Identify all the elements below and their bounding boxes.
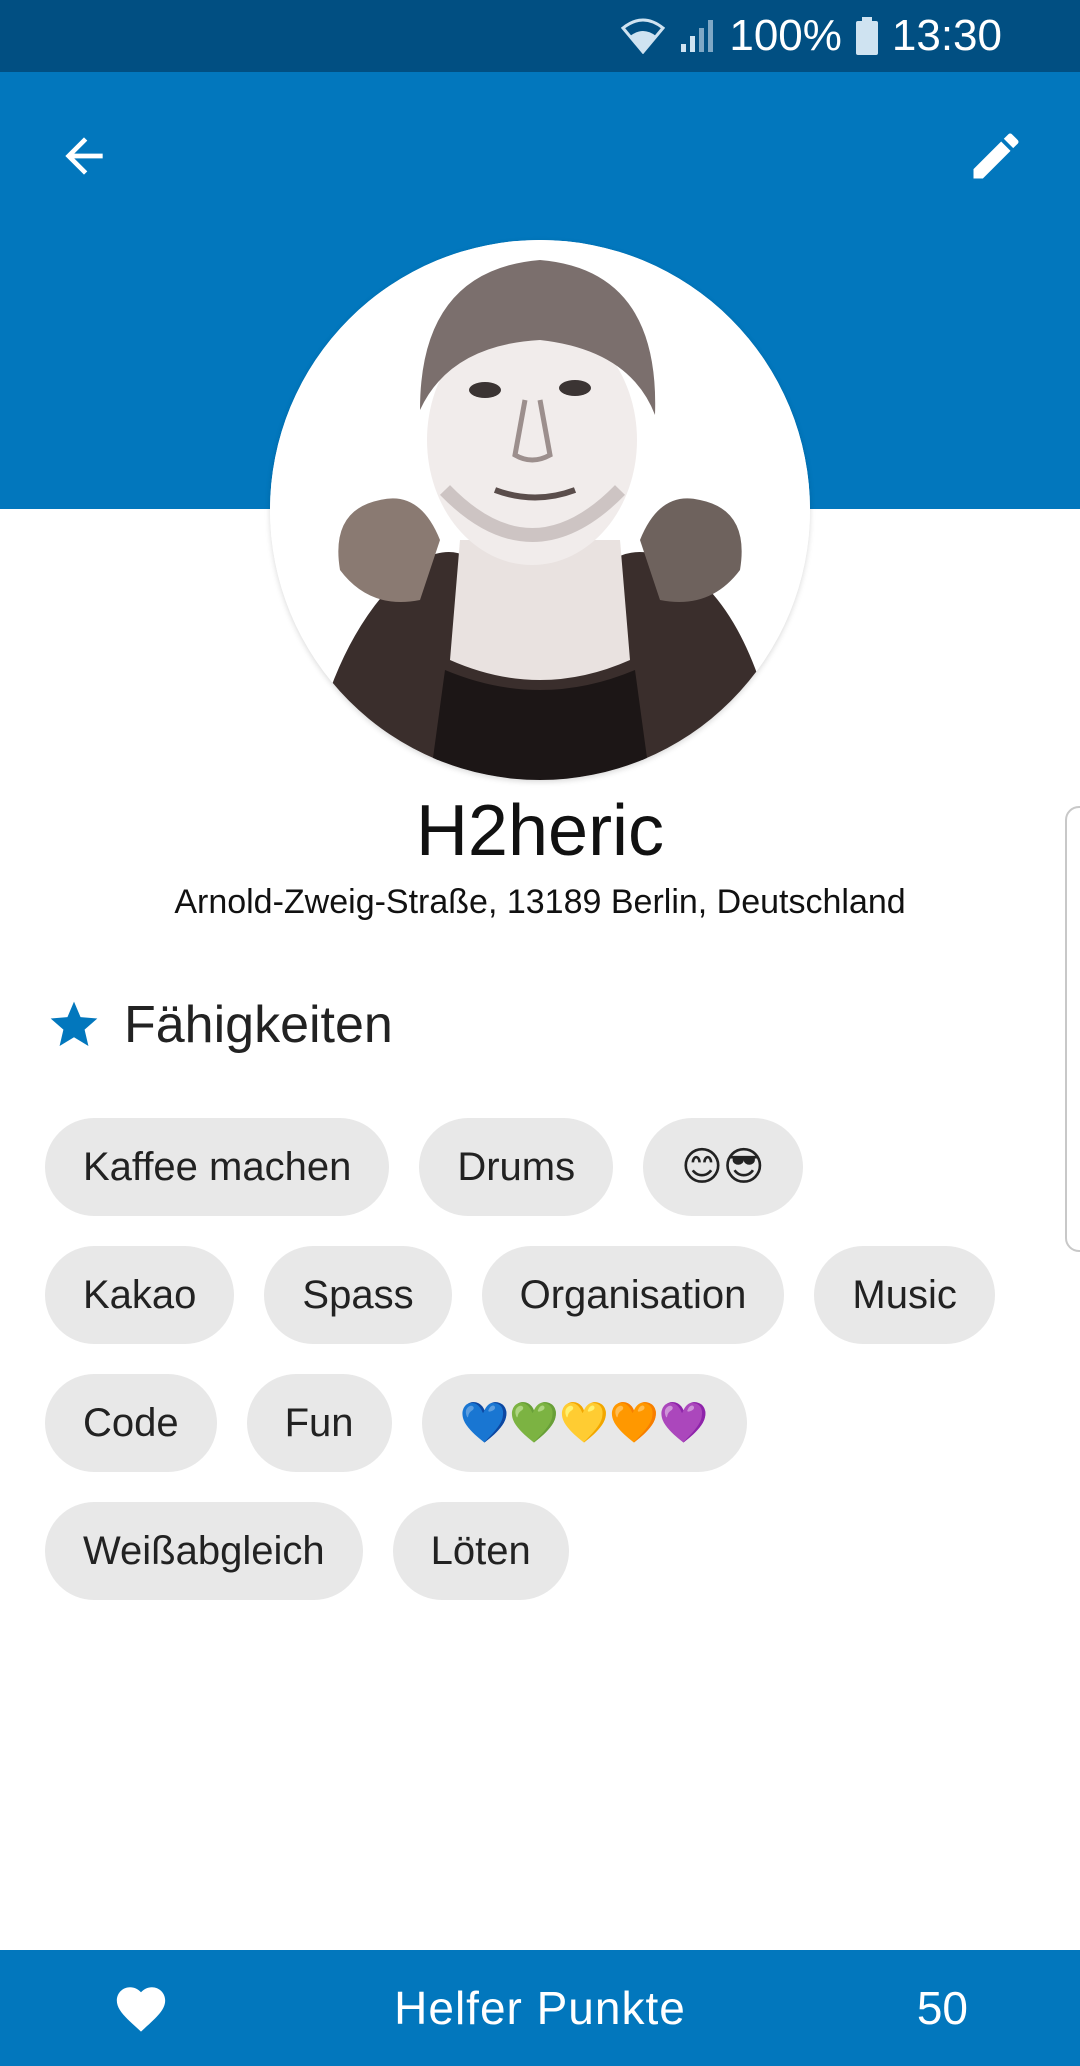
battery-icon <box>855 17 878 55</box>
chip-row: Weißabgleich Löten <box>45 1502 1045 1600</box>
profile-name: H2heric <box>415 791 665 871</box>
star-icon <box>50 1001 98 1046</box>
wifi-icon <box>621 18 666 54</box>
pencil-icon <box>973 133 1019 179</box>
profile-address: Arnold-Zweig-Straße, 13189 Berlin, Deuts… <box>174 883 906 921</box>
skill-chip[interactable]: Kaffee machen <box>45 1118 390 1216</box>
chip-row: Code Fun 💙💚💛🧡💜 <box>45 1374 1045 1472</box>
profile-avatar[interactable] <box>270 240 810 780</box>
arrow-left-icon <box>65 137 103 175</box>
status-bar: 100% 13:30 <box>0 0 1080 72</box>
edge-panel-handle[interactable] <box>1065 806 1080 1252</box>
helper-points-value: 50 <box>916 1982 968 2034</box>
skills-title: Fähigkeiten <box>124 996 393 1054</box>
edit-button[interactable] <box>946 106 1046 206</box>
skill-chip[interactable]: Code <box>45 1374 217 1472</box>
helper-points-bar: Helfer Punkte 50 <box>0 1950 1080 2066</box>
skill-chip[interactable]: Weißabgleich <box>45 1502 363 1600</box>
chip-row: Kakao Spass Organisation Music <box>45 1246 1045 1344</box>
skill-chip[interactable]: 😊😎 <box>643 1118 803 1216</box>
back-button[interactable] <box>34 106 134 206</box>
skills-header: Fähigkeiten <box>46 990 393 1060</box>
skill-chips: Kaffee machen Drums 😊😎 Kakao Spass Organ… <box>45 1118 1045 1630</box>
skill-chip[interactable]: Löten <box>392 1502 569 1600</box>
battery-percentage: 100% <box>729 11 842 60</box>
avatar-photo <box>270 240 810 780</box>
skill-chip[interactable]: Drums <box>419 1118 614 1216</box>
skill-chip[interactable]: 💙💚💛🧡💜 <box>421 1374 747 1472</box>
skill-chip[interactable]: Kakao <box>45 1246 235 1344</box>
skill-chip[interactable]: Music <box>814 1246 995 1344</box>
skill-chip[interactable]: Fun <box>246 1374 392 1472</box>
signal-icon <box>679 18 715 54</box>
skill-chip[interactable]: Organisation <box>481 1246 785 1344</box>
clock: 13:30 <box>891 11 1002 60</box>
chip-row: Kaffee machen Drums 😊😎 <box>45 1118 1045 1216</box>
skill-chip[interactable]: Spass <box>264 1246 452 1344</box>
